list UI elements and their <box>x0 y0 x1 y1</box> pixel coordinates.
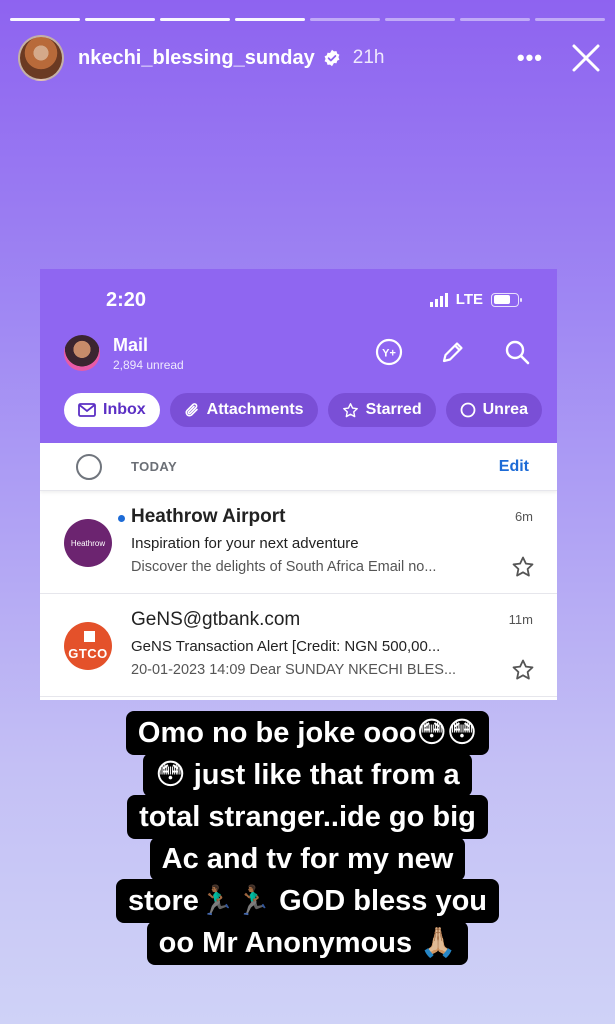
sender-logo: GTCO <box>64 622 112 670</box>
progress-segment <box>385 18 455 21</box>
mail-screenshot: 2:20 LTE Mail 2,894 unread Y+ Inbox Atta… <box>40 269 557 700</box>
email-subject: Inspiration for your next adventure <box>131 535 359 552</box>
story-progress-bar <box>10 18 605 21</box>
caption-line: oo Mr Anonymous 🙏🏼 <box>146 921 469 965</box>
tab-label: Attachments <box>206 401 304 418</box>
mail-header: 2:20 LTE Mail 2,894 unread Y+ Inbox Atta… <box>40 269 557 443</box>
svg-text:Y+: Y+ <box>382 348 396 360</box>
tab-attachments[interactable]: Attachments <box>169 393 318 427</box>
story-username[interactable]: nkechi_blessing_sunday <box>78 47 315 70</box>
caption-line: Ac and tv for my new <box>149 837 466 881</box>
star-icon[interactable] <box>511 555 535 579</box>
logo-text: Heathrow <box>70 538 106 548</box>
caption-line: Omo no be joke ooo😳😳 <box>125 711 490 755</box>
email-row[interactable]: Heathrow Heathrow Airport 6m Inspiration… <box>40 491 557 594</box>
list-section-header: TODAY Edit <box>40 443 557 491</box>
progress-segment <box>10 18 80 21</box>
profile-avatar[interactable] <box>18 35 64 81</box>
email-subject: GeNS Transaction Alert [Credit: NGN 500,… <box>131 638 441 655</box>
tab-inbox[interactable]: Inbox <box>64 393 160 427</box>
tab-label: Unrea <box>482 401 528 418</box>
more-options-icon[interactable]: ••• <box>517 45 543 71</box>
verified-badge-icon <box>323 49 341 67</box>
edit-button[interactable]: Edit <box>499 458 529 476</box>
story-header: nkechi_blessing_sunday 21h ••• <box>18 34 601 82</box>
caption-line: 😳 just like that from a <box>143 753 472 797</box>
progress-segment <box>310 18 380 21</box>
progress-segment <box>160 18 230 21</box>
tab-label: Starred <box>365 401 422 418</box>
star-icon <box>342 402 358 417</box>
email-sender: Heathrow Airport <box>131 506 286 527</box>
sender-logo: Heathrow <box>64 519 112 567</box>
account-avatar[interactable] <box>64 335 100 371</box>
circle-icon <box>460 402 476 418</box>
signal-icon <box>429 292 448 307</box>
email-sender: GeNS@gtbank.com <box>131 609 301 630</box>
tab-unread[interactable]: Unrea <box>445 393 542 427</box>
email-row[interactable]: GTCO GeNS@gtbank.com 11m GeNS Transactio… <box>40 594 557 697</box>
search-icon[interactable] <box>502 337 532 367</box>
logo-text: GTCO <box>68 645 108 661</box>
story-timestamp: 21h <box>352 47 385 68</box>
email-time: 11m <box>508 612 533 627</box>
progress-segment <box>535 18 605 21</box>
progress-segment <box>235 18 305 21</box>
paperclip-icon <box>185 403 198 417</box>
email-preview: Discover the delights of South Africa Em… <box>131 559 437 575</box>
story-caption: Omo no be joke ooo😳😳 😳 just like that fr… <box>0 711 615 965</box>
caption-line: total stranger..ide go big <box>127 795 488 839</box>
filter-tabs: Inbox Attachments Starred Unrea <box>64 393 542 427</box>
email-time: 6m <box>514 509 533 524</box>
battery-icon <box>491 292 522 307</box>
section-label: TODAY <box>131 459 178 474</box>
status-indicators: LTE <box>429 291 522 308</box>
tab-starred[interactable]: Starred <box>327 393 436 427</box>
caption-line: store🏃🏾‍♂️🏃🏾‍♂️ GOD bless you <box>115 879 500 923</box>
star-icon[interactable] <box>511 658 535 682</box>
envelope-icon <box>78 403 96 417</box>
mail-title: Mail <box>113 335 149 355</box>
unread-dot-icon <box>118 515 125 522</box>
network-label: LTE <box>455 291 483 308</box>
select-all-checkbox[interactable] <box>76 453 102 480</box>
unread-count: 2,894 unread <box>113 358 184 372</box>
email-preview: 20-01-2023 14:09 Dear SUNDAY NKECHI BLES… <box>131 662 457 678</box>
progress-segment <box>85 18 155 21</box>
compose-pencil-icon[interactable] <box>438 337 468 367</box>
yahoo-plus-icon[interactable]: Y+ <box>374 337 404 367</box>
progress-segment <box>460 18 530 21</box>
tab-label: Inbox <box>103 401 146 418</box>
status-time: 2:20 <box>106 289 147 311</box>
close-icon[interactable] <box>571 43 601 73</box>
